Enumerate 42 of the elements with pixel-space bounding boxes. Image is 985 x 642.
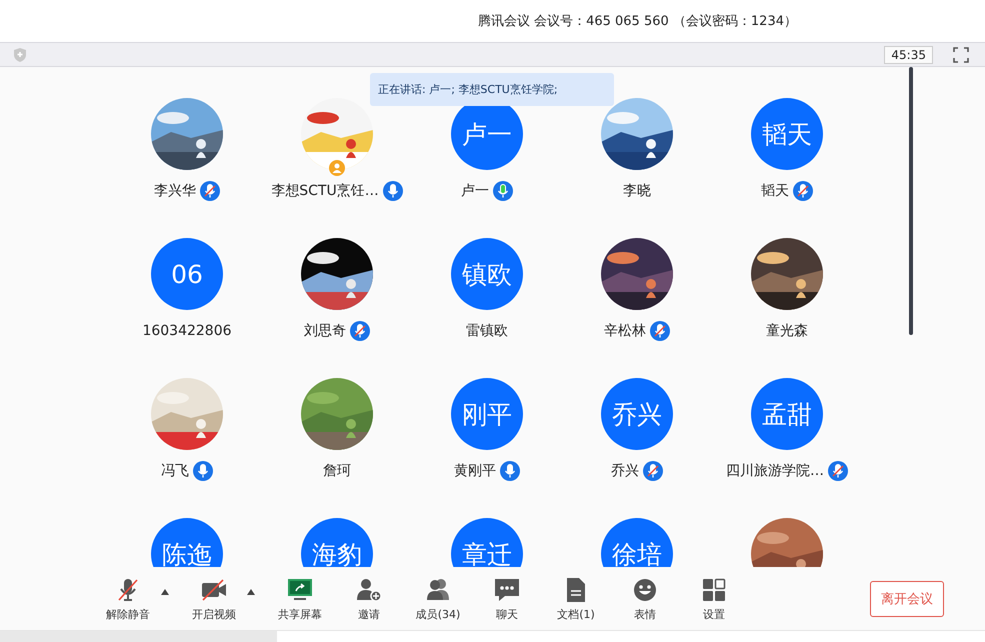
initials-avatar: 章迁 xyxy=(451,518,523,567)
toolbar-button[interactable]: 表情 xyxy=(621,576,669,622)
initials-avatar: 韬天 xyxy=(751,98,823,170)
participant-name: 冯飞 xyxy=(161,462,189,480)
meeting-timer: 45:35 xyxy=(884,46,933,64)
participant-name: 刘思奇 xyxy=(304,322,346,340)
speaking-banner: 正在讲话: 卢一; 李想SCTU烹饪学院; xyxy=(370,73,614,106)
toolbar-button[interactable]: 共享屏幕 xyxy=(276,576,324,622)
participant-name: 李晓 xyxy=(623,182,651,200)
initials-avatar: 06 xyxy=(151,238,223,310)
caret-icon[interactable] xyxy=(246,588,256,596)
participant-name: 李兴华 xyxy=(154,182,196,200)
participant-name: 1603422806 xyxy=(142,323,232,339)
participant-name: 童光森 xyxy=(766,322,808,340)
initials-avatar: 孟甜 xyxy=(751,378,823,450)
initials-avatar: 徐培 xyxy=(601,518,673,567)
meeting-title: 腾讯会议 会议号：465 065 560 （会议密码：1234） xyxy=(478,13,797,30)
participant-name: 辛松林 xyxy=(604,322,646,340)
participant-name: 詹珂 xyxy=(323,462,351,480)
scrollbar[interactable] xyxy=(909,67,913,335)
caret-icon[interactable] xyxy=(160,588,170,596)
participant-name: 韬天 xyxy=(761,182,789,200)
toolbar-button[interactable]: 开启视频 xyxy=(190,576,238,622)
participant-name: 四川旅游学院… xyxy=(726,462,824,480)
toolbar-button[interactable]: 邀请 xyxy=(345,576,393,622)
toolbar-button[interactable]: 聊天 xyxy=(483,576,531,622)
toolbar-button[interactable]: 设置 xyxy=(690,576,738,622)
initials-avatar: 刚平 xyxy=(451,378,523,450)
initials-avatar: 乔兴 xyxy=(601,378,673,450)
toolbar-button[interactable]: 成员(34) xyxy=(414,576,462,622)
participant-name: 卢一 xyxy=(461,182,489,200)
toolbar-button[interactable]: 解除静音 xyxy=(104,576,152,622)
participant-name: 黄刚平 xyxy=(454,462,496,480)
initials-avatar: 镇欧 xyxy=(451,238,523,310)
fullscreen-icon[interactable] xyxy=(953,46,969,62)
toolbar-button[interactable]: 文档(1) xyxy=(552,576,600,622)
initials-avatar: 陈迤 xyxy=(151,518,223,567)
leave-meeting-button[interactable]: 离开会议 xyxy=(870,580,944,616)
participant-name: 乔兴 xyxy=(611,462,639,480)
initials-avatar: 海豹 xyxy=(301,518,373,567)
participant-name: 雷镇欧 xyxy=(466,322,508,340)
participant-name: 李想SCTU烹饪… xyxy=(271,182,379,200)
